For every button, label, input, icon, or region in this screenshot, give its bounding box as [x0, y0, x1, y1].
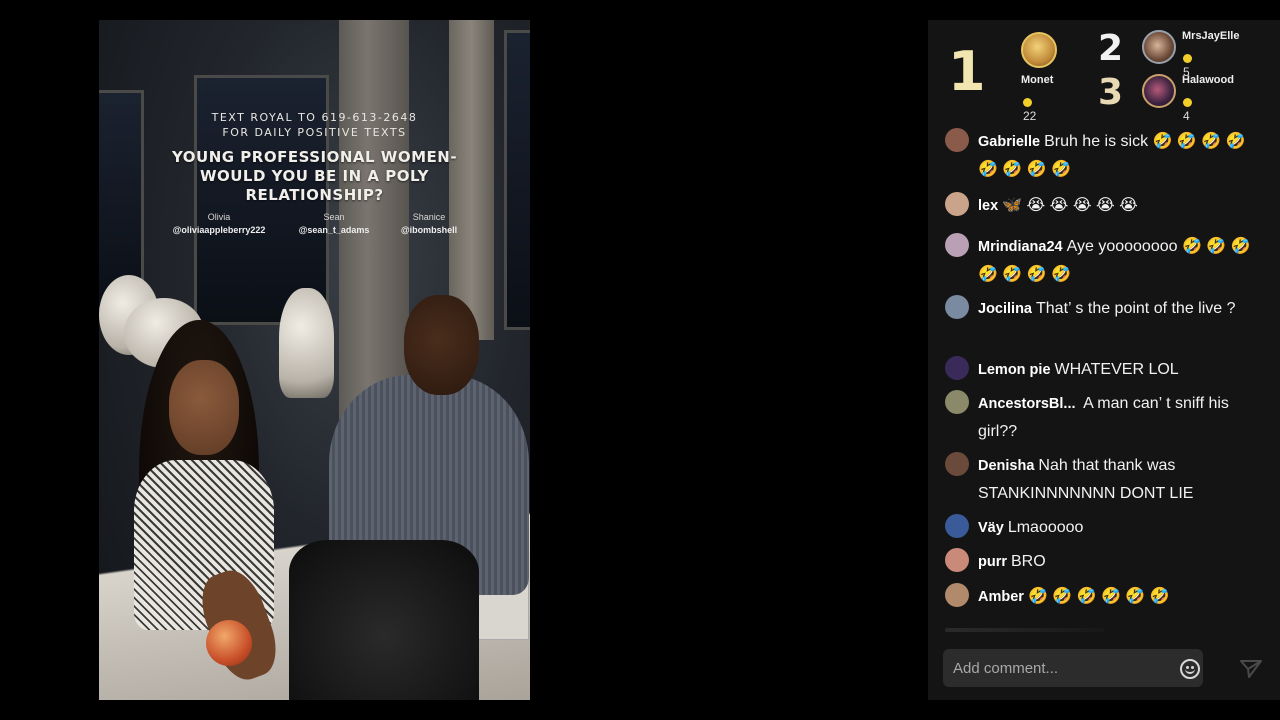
coin-icon: [1183, 98, 1192, 108]
comment-text: WHATEVER LOL: [1054, 361, 1179, 378]
apple: [206, 620, 252, 666]
avatar[interactable]: [945, 192, 969, 216]
comment-body: Lemon pie WHATEVER LOL: [978, 356, 1263, 384]
leader-name[interactable]: Halawood: [1182, 74, 1234, 86]
avatar[interactable]: [945, 356, 969, 380]
comment-username[interactable]: Väy: [978, 520, 1004, 536]
comment-username[interactable]: Denisha: [978, 458, 1034, 474]
comment-username[interactable]: AncestorsBl...: [978, 396, 1076, 412]
live-stream-screen: TEXT ROYAL TO 619-613-2648 FOR DAILY POS…: [0, 0, 1280, 720]
headline-line: YOUNG PROFESSIONAL WOMEN-: [171, 148, 458, 166]
comment-username[interactable]: lex: [978, 198, 998, 214]
comment-username[interactable]: purr: [978, 554, 1007, 570]
participant: Sean @sean_t_adams: [298, 212, 370, 235]
comment-body: lex 🦋 😭 😭 😭 😭 😭: [978, 192, 1263, 220]
participant: Shanice @ibombshell: [400, 212, 458, 235]
avatar[interactable]: [945, 128, 969, 152]
rank-number: 2: [1098, 28, 1124, 69]
comment-username[interactable]: Gabrielle: [978, 134, 1040, 150]
comment-username[interactable]: Mrindiana24: [978, 239, 1063, 255]
participant: Olivia @oliviaappleberry222: [172, 212, 266, 235]
comment-text: BRO: [1011, 553, 1046, 570]
headline: YOUNG PROFESSIONAL WOMEN- WOULD YOU BE I…: [99, 148, 530, 205]
comment-username[interactable]: Amber: [978, 589, 1024, 605]
rank-number: 1: [948, 40, 986, 103]
chat-panel: 1 Monet 22 2 MrsJayElle 5 3 Halawood 4 G…: [928, 20, 1280, 700]
send-icon[interactable]: [1240, 659, 1262, 679]
coin-icon: [1023, 98, 1032, 108]
comment-body: Mrindiana24 Aye yoooooooo 🤣 🤣 🤣 🤣 🤣 🤣 🤣: [978, 233, 1263, 288]
promo-line: TEXT ROYAL TO 619-613-2648: [211, 111, 418, 124]
avatar[interactable]: [945, 514, 969, 538]
headline-line: RELATIONSHIP?: [245, 186, 384, 204]
avatar[interactable]: [1021, 32, 1057, 68]
avatar[interactable]: [945, 548, 969, 572]
live-video[interactable]: TEXT ROYAL TO 619-613-2648 FOR DAILY POS…: [99, 20, 530, 700]
comment-text: 🤣 🤣 🤣 🤣 🤣 🤣: [1027, 588, 1170, 605]
avatar[interactable]: [945, 583, 969, 607]
comment-username[interactable]: Jocilina: [978, 301, 1032, 317]
promo-line: FOR DAILY POSITIVE TEXTS: [222, 126, 407, 139]
comment-username[interactable]: Lemon pie: [978, 362, 1051, 378]
leader-name[interactable]: Monet: [1021, 74, 1053, 86]
rank-number: 3: [1098, 72, 1124, 113]
avatar[interactable]: [1142, 74, 1176, 108]
comment-body: Jocilina That’ s the point of the live ?: [978, 295, 1263, 323]
comment-body: Väy Lmaooooo: [978, 514, 1263, 542]
faded-comment: [945, 628, 1105, 632]
comment-body: Gabrielle Bruh he is sick 🤣 🤣 🤣 🤣 🤣 🤣 🤣 🤣: [978, 128, 1263, 183]
comment-body: Denisha Nah that thank was STANKINNNNNNN …: [978, 452, 1263, 507]
comment-body: AncestorsBl... A man can’ t sniff his gi…: [978, 390, 1263, 445]
comment-box[interactable]: [943, 649, 1203, 687]
leader-score: 4: [1183, 95, 1198, 123]
avatar[interactable]: [945, 295, 969, 319]
avatar[interactable]: [945, 233, 969, 257]
leader-name[interactable]: MrsJayElle: [1182, 30, 1239, 42]
comment-text: Lmaooooo: [1007, 519, 1084, 536]
avatar[interactable]: [945, 452, 969, 476]
avatar[interactable]: [945, 390, 969, 414]
avatar[interactable]: [1142, 30, 1176, 64]
comment-text: 🦋 😭 😭 😭 😭 😭: [1002, 197, 1138, 214]
promo-text: TEXT ROYAL TO 619-613-2648 FOR DAILY POS…: [99, 110, 530, 140]
comment-input[interactable]: [953, 649, 1183, 687]
comment-body: Amber 🤣 🤣 🤣 🤣 🤣 🤣: [978, 583, 1263, 611]
coin-icon: [1183, 54, 1192, 64]
participant-names: Olivia @oliviaappleberry222 Sean @sean_t…: [99, 212, 530, 242]
comment-text: That’ s the point of the live ?: [1036, 300, 1236, 317]
headline-line: WOULD YOU BE IN A POLY: [199, 167, 430, 185]
leader-score: 22: [1023, 95, 1038, 123]
comment-body: purr BRO: [978, 548, 1263, 576]
comment-list[interactable]: Gabrielle Bruh he is sick 🤣 🤣 🤣 🤣 🤣 🤣 🤣 🤣…: [928, 128, 1280, 638]
